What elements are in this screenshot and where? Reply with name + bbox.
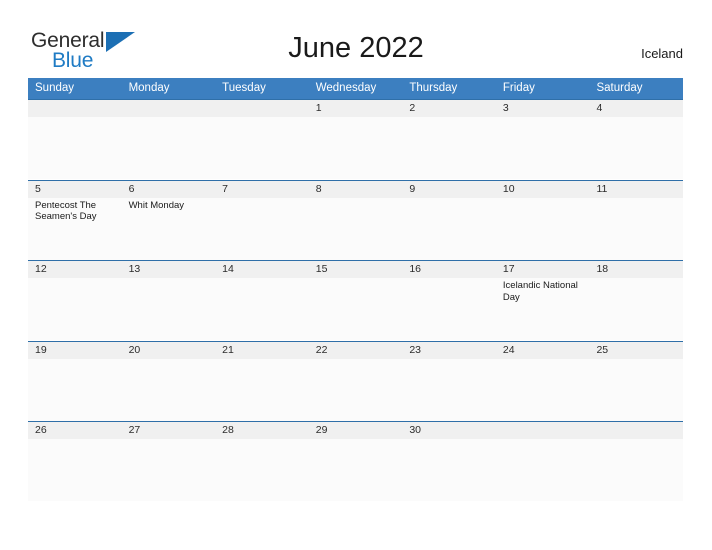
- day-number[interactable]: [28, 100, 122, 117]
- day-number[interactable]: 15: [309, 261, 403, 278]
- weekday-header-thursday: Thursday: [409, 82, 458, 94]
- day-event[interactable]: [496, 439, 590, 501]
- day-event[interactable]: [402, 117, 496, 179]
- day-number[interactable]: 9: [402, 181, 496, 198]
- day-event[interactable]: [309, 359, 403, 421]
- weekday-header-wednesday: Wednesday: [315, 82, 377, 94]
- day-number[interactable]: 8: [309, 181, 403, 198]
- day-event[interactable]: [309, 117, 403, 179]
- country-label: Iceland: [641, 46, 683, 61]
- week-date-band: 5 6 7 8 9 10 11: [28, 180, 683, 198]
- day-event[interactable]: Pentecost The Seamen's Day: [28, 198, 122, 260]
- week-row: 1 2 3 4: [28, 99, 683, 180]
- day-event[interactable]: [215, 439, 309, 501]
- day-event[interactable]: [122, 439, 216, 501]
- week-event-band: [28, 439, 683, 501]
- day-event[interactable]: [28, 439, 122, 501]
- week-date-band: 26 27 28 29 30: [28, 422, 683, 439]
- day-event[interactable]: [496, 117, 590, 179]
- day-event[interactable]: [28, 117, 122, 179]
- week-row: 12 13 14 15 16 17 18 Icelandic National …: [28, 260, 683, 341]
- week-date-band: 12 13 14 15 16 17 18: [28, 261, 683, 278]
- day-event[interactable]: Icelandic National Day: [496, 278, 590, 340]
- day-event[interactable]: [402, 198, 496, 260]
- day-event[interactable]: [28, 278, 122, 340]
- day-number[interactable]: 14: [215, 261, 309, 278]
- week-date-band: 1 2 3 4: [28, 100, 683, 117]
- day-event[interactable]: [122, 278, 216, 340]
- week-row: 26 27 28 29 30: [28, 421, 683, 502]
- week-row: 19 20 21 22 23 24 25: [28, 340, 683, 422]
- day-number[interactable]: 21: [215, 342, 309, 359]
- day-event[interactable]: [589, 359, 683, 421]
- day-number[interactable]: [122, 100, 216, 117]
- day-number[interactable]: [589, 422, 683, 439]
- day-event[interactable]: [215, 359, 309, 421]
- day-number[interactable]: 28: [215, 422, 309, 439]
- day-event[interactable]: [309, 278, 403, 340]
- day-number[interactable]: 30: [402, 422, 496, 439]
- day-event[interactable]: [402, 439, 496, 501]
- day-number[interactable]: 7: [215, 181, 309, 198]
- weekday-header-row: Sunday Monday Tuesday Wednesday Thursday…: [28, 78, 683, 99]
- day-event[interactable]: Whit Monday: [122, 198, 216, 260]
- day-number[interactable]: 18: [589, 261, 683, 278]
- day-number[interactable]: 6: [122, 181, 216, 198]
- day-number[interactable]: 3: [496, 100, 590, 117]
- day-event[interactable]: [589, 117, 683, 179]
- day-number[interactable]: 25: [589, 342, 683, 359]
- day-event[interactable]: [215, 117, 309, 179]
- day-number[interactable]: 2: [402, 100, 496, 117]
- day-number[interactable]: [496, 422, 590, 439]
- day-number[interactable]: 16: [402, 261, 496, 278]
- day-number[interactable]: 26: [28, 422, 122, 439]
- day-event[interactable]: [215, 278, 309, 340]
- day-event[interactable]: [402, 278, 496, 340]
- day-event[interactable]: [28, 359, 122, 421]
- week-event-band: Pentecost The Seamen's Day Whit Monday: [28, 197, 683, 260]
- day-number[interactable]: 20: [122, 342, 216, 359]
- weekday-header-saturday: Saturday: [596, 82, 643, 94]
- weekday-header-friday: Friday: [502, 82, 535, 94]
- weekday-header-tuesday: Tuesday: [222, 82, 266, 94]
- day-event[interactable]: [309, 439, 403, 501]
- day-event[interactable]: [496, 198, 590, 260]
- day-event[interactable]: [122, 359, 216, 421]
- day-number[interactable]: 29: [309, 422, 403, 439]
- day-number[interactable]: 4: [589, 100, 683, 117]
- week-event-band: [28, 117, 683, 179]
- day-event[interactable]: [589, 198, 683, 260]
- day-number[interactable]: 27: [122, 422, 216, 439]
- day-number[interactable]: 12: [28, 261, 122, 278]
- day-number[interactable]: 5: [28, 181, 122, 198]
- day-number[interactable]: 24: [496, 342, 590, 359]
- page-header: General Blue June 2022 Iceland: [0, 0, 712, 78]
- week-event-band: Icelandic National Day: [28, 278, 683, 340]
- day-event[interactable]: [309, 198, 403, 260]
- weekday-header-sunday: Sunday: [35, 82, 75, 94]
- page-title: June 2022: [288, 32, 424, 64]
- day-number[interactable]: 1: [309, 100, 403, 117]
- week-event-band: [28, 358, 683, 421]
- day-number[interactable]: 17: [496, 261, 590, 278]
- day-number[interactable]: 10: [496, 181, 590, 198]
- day-number[interactable]: [215, 100, 309, 117]
- day-event[interactable]: [496, 359, 590, 421]
- day-number[interactable]: 22: [309, 342, 403, 359]
- week-row: 5 6 7 8 9 10 11 Pentecost The Seamen's D…: [28, 179, 683, 261]
- day-number[interactable]: 11: [589, 181, 683, 198]
- day-event[interactable]: [122, 117, 216, 179]
- day-event[interactable]: [589, 278, 683, 340]
- day-number[interactable]: 13: [122, 261, 216, 278]
- day-event[interactable]: [589, 439, 683, 501]
- day-number[interactable]: 19: [28, 342, 122, 359]
- weekday-header-monday: Monday: [128, 82, 170, 94]
- day-number[interactable]: 23: [402, 342, 496, 359]
- calendar-grid: Sunday Monday Tuesday Wednesday Thursday…: [28, 78, 683, 502]
- day-event[interactable]: [402, 359, 496, 421]
- day-event[interactable]: [215, 198, 309, 260]
- week-date-band: 19 20 21 22 23 24 25: [28, 341, 683, 359]
